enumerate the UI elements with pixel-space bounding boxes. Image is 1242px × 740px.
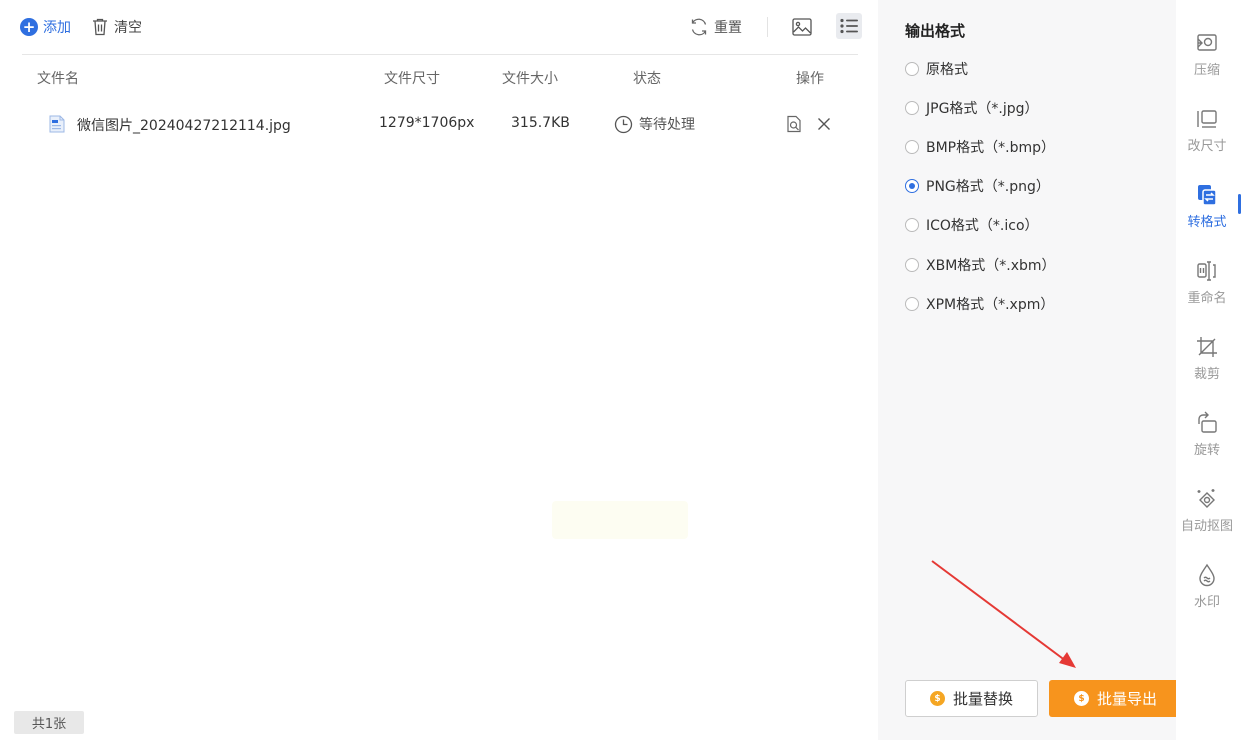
radio-button[interactable]: [905, 258, 919, 272]
format-option-label: ICO格式（*.ico）: [926, 218, 1039, 234]
format-option-label: 原格式: [926, 62, 968, 78]
auto-cutout-icon: [1197, 489, 1215, 508]
resize-icon: [1197, 110, 1217, 128]
nav-item-rename[interactable]: 重命名: [1176, 259, 1238, 315]
nav-item-auto-cutout[interactable]: 自动抠图: [1176, 487, 1238, 543]
nav-item-rotate[interactable]: 旋转: [1176, 411, 1238, 467]
format-option-label: XBM格式（*.xbm）: [926, 258, 1056, 274]
toolbar: + 添加 清空 重置: [0, 0, 878, 54]
add-button[interactable]: + 添加: [20, 14, 71, 40]
radio-button[interactable]: [905, 140, 919, 154]
toolbar-divider: [767, 17, 768, 37]
nav-label: 改尺寸: [1187, 139, 1227, 154]
nav-label: 水印: [1193, 595, 1220, 610]
format-option-xbm[interactable]: XBM格式（*.xbm）: [905, 254, 1056, 276]
column-header-dimensions: 文件尺寸: [384, 71, 440, 87]
clear-label: 清空: [114, 20, 142, 36]
column-header-filename: 文件名: [37, 71, 79, 87]
convert-format-icon: [1198, 185, 1217, 206]
format-option-ico[interactable]: ICO格式（*.ico）: [905, 214, 1039, 236]
faint-watermark: [552, 501, 688, 539]
trash-icon: [93, 18, 107, 36]
nav-label: 裁剪: [1193, 367, 1220, 382]
radio-button-selected[interactable]: [905, 179, 919, 193]
column-header-status: 状态: [633, 71, 661, 87]
output-format-panel: 输出格式 原格式 JPG格式（*.jpg） BMP格式（*.bmp） PNG格式…: [878, 0, 1182, 740]
clock-icon: [614, 115, 633, 133]
file-dimensions: 1279*1706px: [379, 115, 475, 131]
radio-button[interactable]: [905, 62, 919, 76]
nav-label: 压缩: [1193, 63, 1220, 78]
format-option-label: XPM格式（*.xpm）: [926, 297, 1055, 313]
nav-active-indicator: [1238, 194, 1241, 214]
nav-item-resize[interactable]: 改尺寸: [1176, 107, 1238, 163]
plus-circle-icon: +: [20, 18, 38, 36]
column-header-size: 文件大小: [502, 71, 558, 87]
add-label: 添加: [43, 20, 71, 36]
preview-icon[interactable]: [785, 115, 803, 133]
format-option-xpm[interactable]: XPM格式（*.xpm）: [905, 293, 1054, 315]
status-text: 等待处理: [639, 117, 695, 133]
remove-icon[interactable]: [815, 115, 833, 133]
file-size: 315.7KB: [511, 115, 570, 131]
nav-label: 自动抠图: [1180, 519, 1233, 534]
radio-button[interactable]: [905, 218, 919, 232]
app-window: + 添加 清空 重置 文件名 文件尺寸 文件大小 状态 操作 微信图片_2024…: [0, 0, 1242, 740]
list-view-button[interactable]: [836, 13, 862, 39]
nav-item-crop[interactable]: 裁剪: [1176, 335, 1238, 391]
rename-icon: [1197, 261, 1216, 281]
tool-nav: 压缩 改尺寸 转格式 重命名 裁剪 旋转 自动抠图 水印: [1176, 0, 1242, 740]
table-row[interactable]: 微信图片_20240427212114.jpg 1279*1706px 315.…: [0, 106, 878, 142]
coin-icon: $: [1073, 691, 1089, 706]
nav-item-convert-format[interactable]: 转格式: [1176, 183, 1238, 239]
column-header-actions: 操作: [796, 71, 824, 87]
file-status: 等待处理: [614, 114, 695, 134]
format-option-label: JPG格式（*.jpg）: [926, 101, 1039, 117]
batch-replace-button[interactable]: $ 批量替换: [905, 680, 1038, 717]
panel-title: 输出格式: [905, 22, 966, 40]
nav-label: 转格式: [1187, 215, 1227, 230]
rotate-icon: [1198, 411, 1217, 433]
nav-item-compress[interactable]: 压缩: [1176, 31, 1238, 87]
format-option-label: PNG格式（*.png）: [926, 179, 1050, 195]
nav-label: 旋转: [1193, 443, 1220, 458]
table-header: 文件名 文件尺寸 文件大小 状态 操作: [0, 62, 878, 92]
file-count-badge: 共1张: [14, 711, 84, 734]
format-option-bmp[interactable]: BMP格式（*.bmp）: [905, 136, 1055, 158]
clear-button[interactable]: 清空: [92, 14, 142, 40]
list-icon: [840, 18, 858, 34]
compress-icon: [1197, 34, 1217, 51]
header-divider: [22, 54, 858, 55]
image-file-icon: [49, 115, 65, 133]
watermark-icon: [1199, 563, 1215, 587]
batch-replace-label: 批量替换: [952, 690, 1013, 708]
batch-export-button[interactable]: $ 批量导出: [1049, 680, 1182, 717]
format-option-png[interactable]: PNG格式（*.png）: [905, 175, 1050, 197]
reset-button[interactable]: 重置: [689, 14, 742, 40]
file-name: 微信图片_20240427212114.jpg: [77, 118, 291, 134]
refresh-icon: [691, 18, 707, 36]
radio-button[interactable]: [905, 101, 919, 115]
reset-label: 重置: [714, 20, 742, 36]
coin-icon: $: [929, 691, 945, 706]
format-option-jpg[interactable]: JPG格式（*.jpg）: [905, 97, 1039, 119]
nav-item-watermark[interactable]: 水印: [1176, 563, 1238, 619]
batch-export-label: 批量导出: [1096, 690, 1157, 708]
format-option-label: BMP格式（*.bmp）: [926, 140, 1055, 156]
file-list-area: + 添加 清空 重置 文件名 文件尺寸 文件大小 状态 操作 微信图片_2024…: [0, 0, 878, 740]
crop-icon: [1197, 337, 1217, 357]
grid-view-image-icon[interactable]: [791, 16, 813, 38]
format-option-original[interactable]: 原格式: [905, 58, 968, 80]
nav-label: 重命名: [1187, 291, 1227, 306]
radio-button[interactable]: [905, 297, 919, 311]
